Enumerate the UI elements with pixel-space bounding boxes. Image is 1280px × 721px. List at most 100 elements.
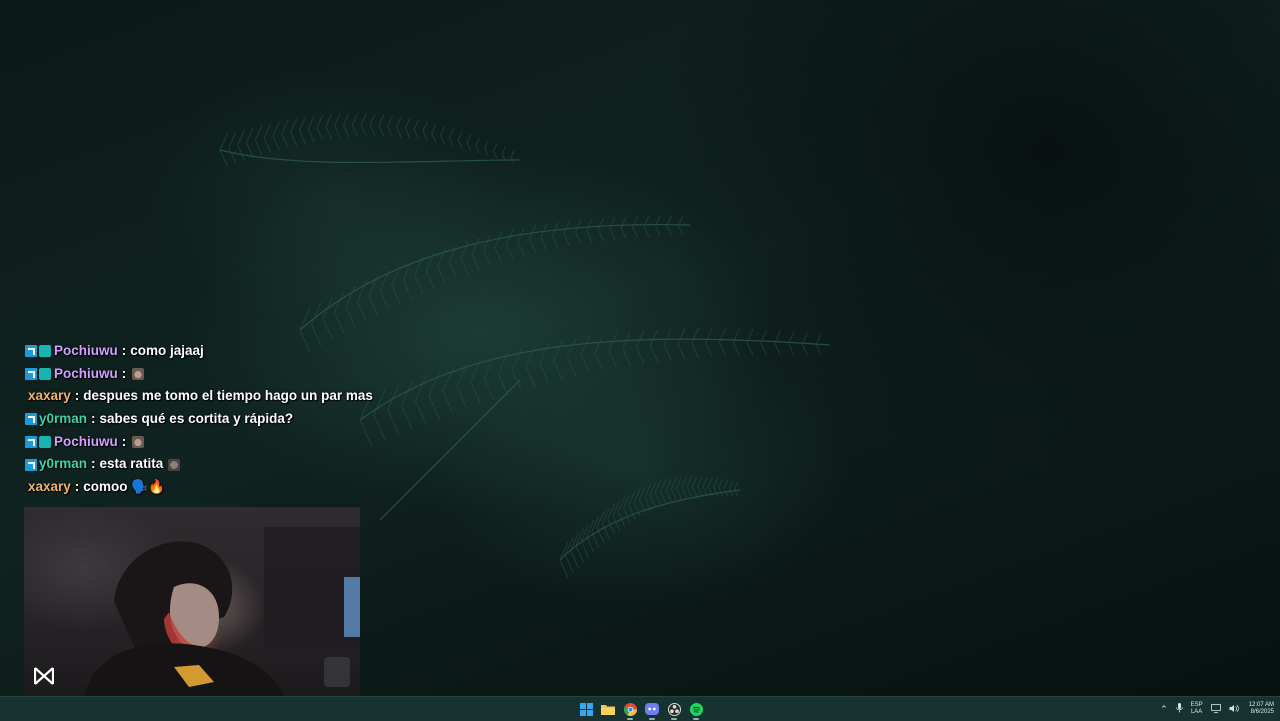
fern-leaflet bbox=[655, 225, 661, 237]
subscriber-badge-icon bbox=[39, 345, 51, 358]
language-indicator[interactable]: ESP LAA bbox=[1191, 702, 1203, 716]
fern-leaflet bbox=[428, 395, 441, 420]
fern-leaflet bbox=[316, 127, 324, 141]
fern-leaflet bbox=[333, 312, 345, 334]
fern-leaflet bbox=[774, 342, 781, 356]
chat-message: y0rman: sabes qué es cortita y rápida? bbox=[25, 408, 385, 431]
file-explorer-icon[interactable] bbox=[599, 700, 617, 718]
fern-leaflet bbox=[422, 131, 428, 141]
fern-leaflet bbox=[553, 360, 563, 381]
fern-leaflet bbox=[574, 219, 582, 233]
prime-badge-icon bbox=[25, 458, 37, 471]
fern-leaflet bbox=[437, 265, 446, 284]
clock-date: 8/6/2025 bbox=[1250, 709, 1274, 715]
fern-leaflet bbox=[517, 241, 525, 257]
fern-leaflet bbox=[345, 286, 356, 308]
clock[interactable]: 12:07 AM 8/6/2025 bbox=[1249, 702, 1274, 716]
chat-username: Pochiuwu bbox=[54, 343, 118, 358]
fern-leaflet bbox=[378, 125, 385, 137]
start-icon[interactable] bbox=[577, 700, 595, 718]
fern-leaflet bbox=[325, 126, 333, 140]
fern-leaflet bbox=[494, 231, 503, 248]
fern-leaflet bbox=[422, 121, 428, 132]
fern-leaflet bbox=[607, 519, 615, 535]
fern-leaflet bbox=[431, 132, 437, 143]
fern-leaflet bbox=[466, 134, 472, 143]
fern-leaflet bbox=[254, 125, 263, 141]
chevron-up-icon[interactable]: ⌃ bbox=[1160, 704, 1168, 715]
fern-leaflet bbox=[586, 536, 595, 553]
fern-leaflet bbox=[788, 331, 795, 344]
fern-leaflet bbox=[298, 130, 306, 145]
network-icon[interactable] bbox=[1210, 703, 1221, 715]
fern-leaflet bbox=[437, 248, 446, 267]
fern-leaflet bbox=[713, 477, 718, 488]
prime-badge-icon bbox=[25, 413, 37, 426]
fern-leaflet bbox=[728, 488, 734, 497]
fern-leaflet bbox=[228, 147, 237, 164]
chrome-icon[interactable] bbox=[621, 700, 639, 720]
fern-leaflet bbox=[525, 345, 536, 367]
fern-leaflet bbox=[580, 335, 591, 356]
fern-leaflet bbox=[702, 486, 708, 496]
fern-leaflet bbox=[705, 342, 713, 358]
chat-separator: : bbox=[74, 479, 80, 495]
fern-leaflet bbox=[649, 329, 659, 346]
fern-leaflet bbox=[228, 131, 237, 148]
fern-leaflet bbox=[815, 344, 822, 356]
fern-leaflet bbox=[369, 124, 376, 137]
chat-message: xaxary: comoo 🗣️🔥 bbox=[25, 476, 385, 499]
fern-leaflet bbox=[254, 140, 263, 156]
obs-icon[interactable] bbox=[665, 700, 683, 720]
fern-leaflet bbox=[440, 126, 446, 136]
fern-leaflet bbox=[591, 531, 600, 549]
cat-emote-icon bbox=[132, 368, 145, 381]
fern-leaflet bbox=[322, 296, 333, 319]
fern-leaflet bbox=[649, 345, 659, 363]
fern-leaflet bbox=[343, 125, 350, 138]
volume-icon[interactable] bbox=[1229, 704, 1239, 715]
fern-leaflet bbox=[506, 244, 514, 260]
fern-leaflet bbox=[760, 342, 768, 356]
fern-leaflet bbox=[356, 280, 367, 302]
fern-leaflet bbox=[483, 355, 495, 379]
fern-leaflet bbox=[636, 329, 645, 348]
taskbar-apps bbox=[577, 700, 705, 720]
fern-leaflet bbox=[681, 486, 688, 499]
language-line-2: LAA bbox=[1190, 709, 1203, 715]
fern-leaflet bbox=[402, 279, 413, 299]
fern-leaflet bbox=[483, 250, 492, 267]
fern-leaflet bbox=[391, 265, 401, 286]
fern-leaflet bbox=[442, 390, 454, 415]
fern-leaflet bbox=[609, 216, 616, 229]
fern-leaflet bbox=[691, 476, 698, 487]
fern-leaflet bbox=[334, 113, 341, 127]
fern-leaflet bbox=[540, 223, 548, 238]
fern-leaflet bbox=[734, 481, 739, 490]
fern-leaflet bbox=[551, 234, 559, 249]
fern-leaflet bbox=[636, 346, 645, 365]
fern-leaflet bbox=[369, 113, 376, 126]
fern-leaflet bbox=[368, 275, 379, 296]
fern-leaflet bbox=[801, 343, 808, 356]
fern-leaflet bbox=[563, 220, 571, 234]
fern-leaflet bbox=[691, 342, 699, 359]
fern-leaflet bbox=[497, 373, 509, 396]
fern-leaflet bbox=[788, 343, 795, 356]
chat-username: xaxary bbox=[28, 479, 71, 495]
fern-leaflet bbox=[677, 328, 686, 344]
fern-leaflet bbox=[379, 270, 390, 291]
fern-leaflet bbox=[387, 384, 400, 411]
discord-icon[interactable] bbox=[643, 700, 661, 720]
fern-leaflet bbox=[718, 342, 727, 357]
spotify-icon[interactable] bbox=[687, 700, 705, 720]
fern-leaflet bbox=[493, 143, 498, 152]
fern-leaflet bbox=[580, 540, 590, 558]
fern-leaflet bbox=[649, 482, 657, 496]
fern-leaflet bbox=[815, 333, 822, 345]
fern-leaflet bbox=[666, 225, 672, 236]
fern-leaflet bbox=[654, 492, 662, 506]
rat-emote-icon bbox=[168, 458, 181, 471]
microphone-icon[interactable] bbox=[1175, 703, 1183, 715]
fern-leaflet bbox=[677, 343, 686, 360]
